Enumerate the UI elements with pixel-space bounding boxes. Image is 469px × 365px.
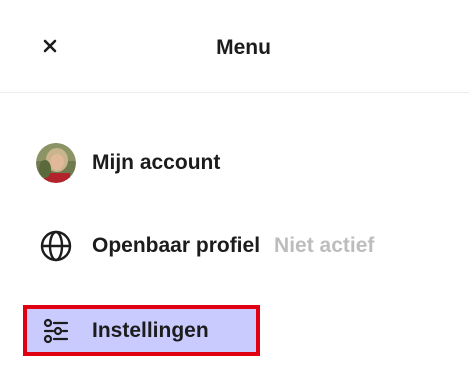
menu-header: Menu xyxy=(0,0,469,93)
menu-item-public-profile[interactable]: Openbaar profiel Niet actief xyxy=(36,224,374,268)
avatar xyxy=(36,143,76,183)
menu-item-label: Instellingen xyxy=(92,318,209,342)
menu-item-label: Openbaar profiel xyxy=(92,234,261,257)
profile-status: Niet actief xyxy=(274,234,375,257)
menu-item-my-account[interactable]: Mijn account xyxy=(36,141,220,185)
menu-item-label: Mijn account xyxy=(92,151,221,174)
highlight-box: Instellingen xyxy=(23,305,260,356)
sliders-icon xyxy=(36,311,76,351)
menu-title: Menu xyxy=(216,36,271,59)
menu-item-settings[interactable]: Instellingen xyxy=(36,309,209,352)
header-divider xyxy=(0,92,469,93)
close-icon xyxy=(42,38,58,59)
close-button[interactable] xyxy=(36,34,64,62)
globe-icon xyxy=(36,226,76,266)
